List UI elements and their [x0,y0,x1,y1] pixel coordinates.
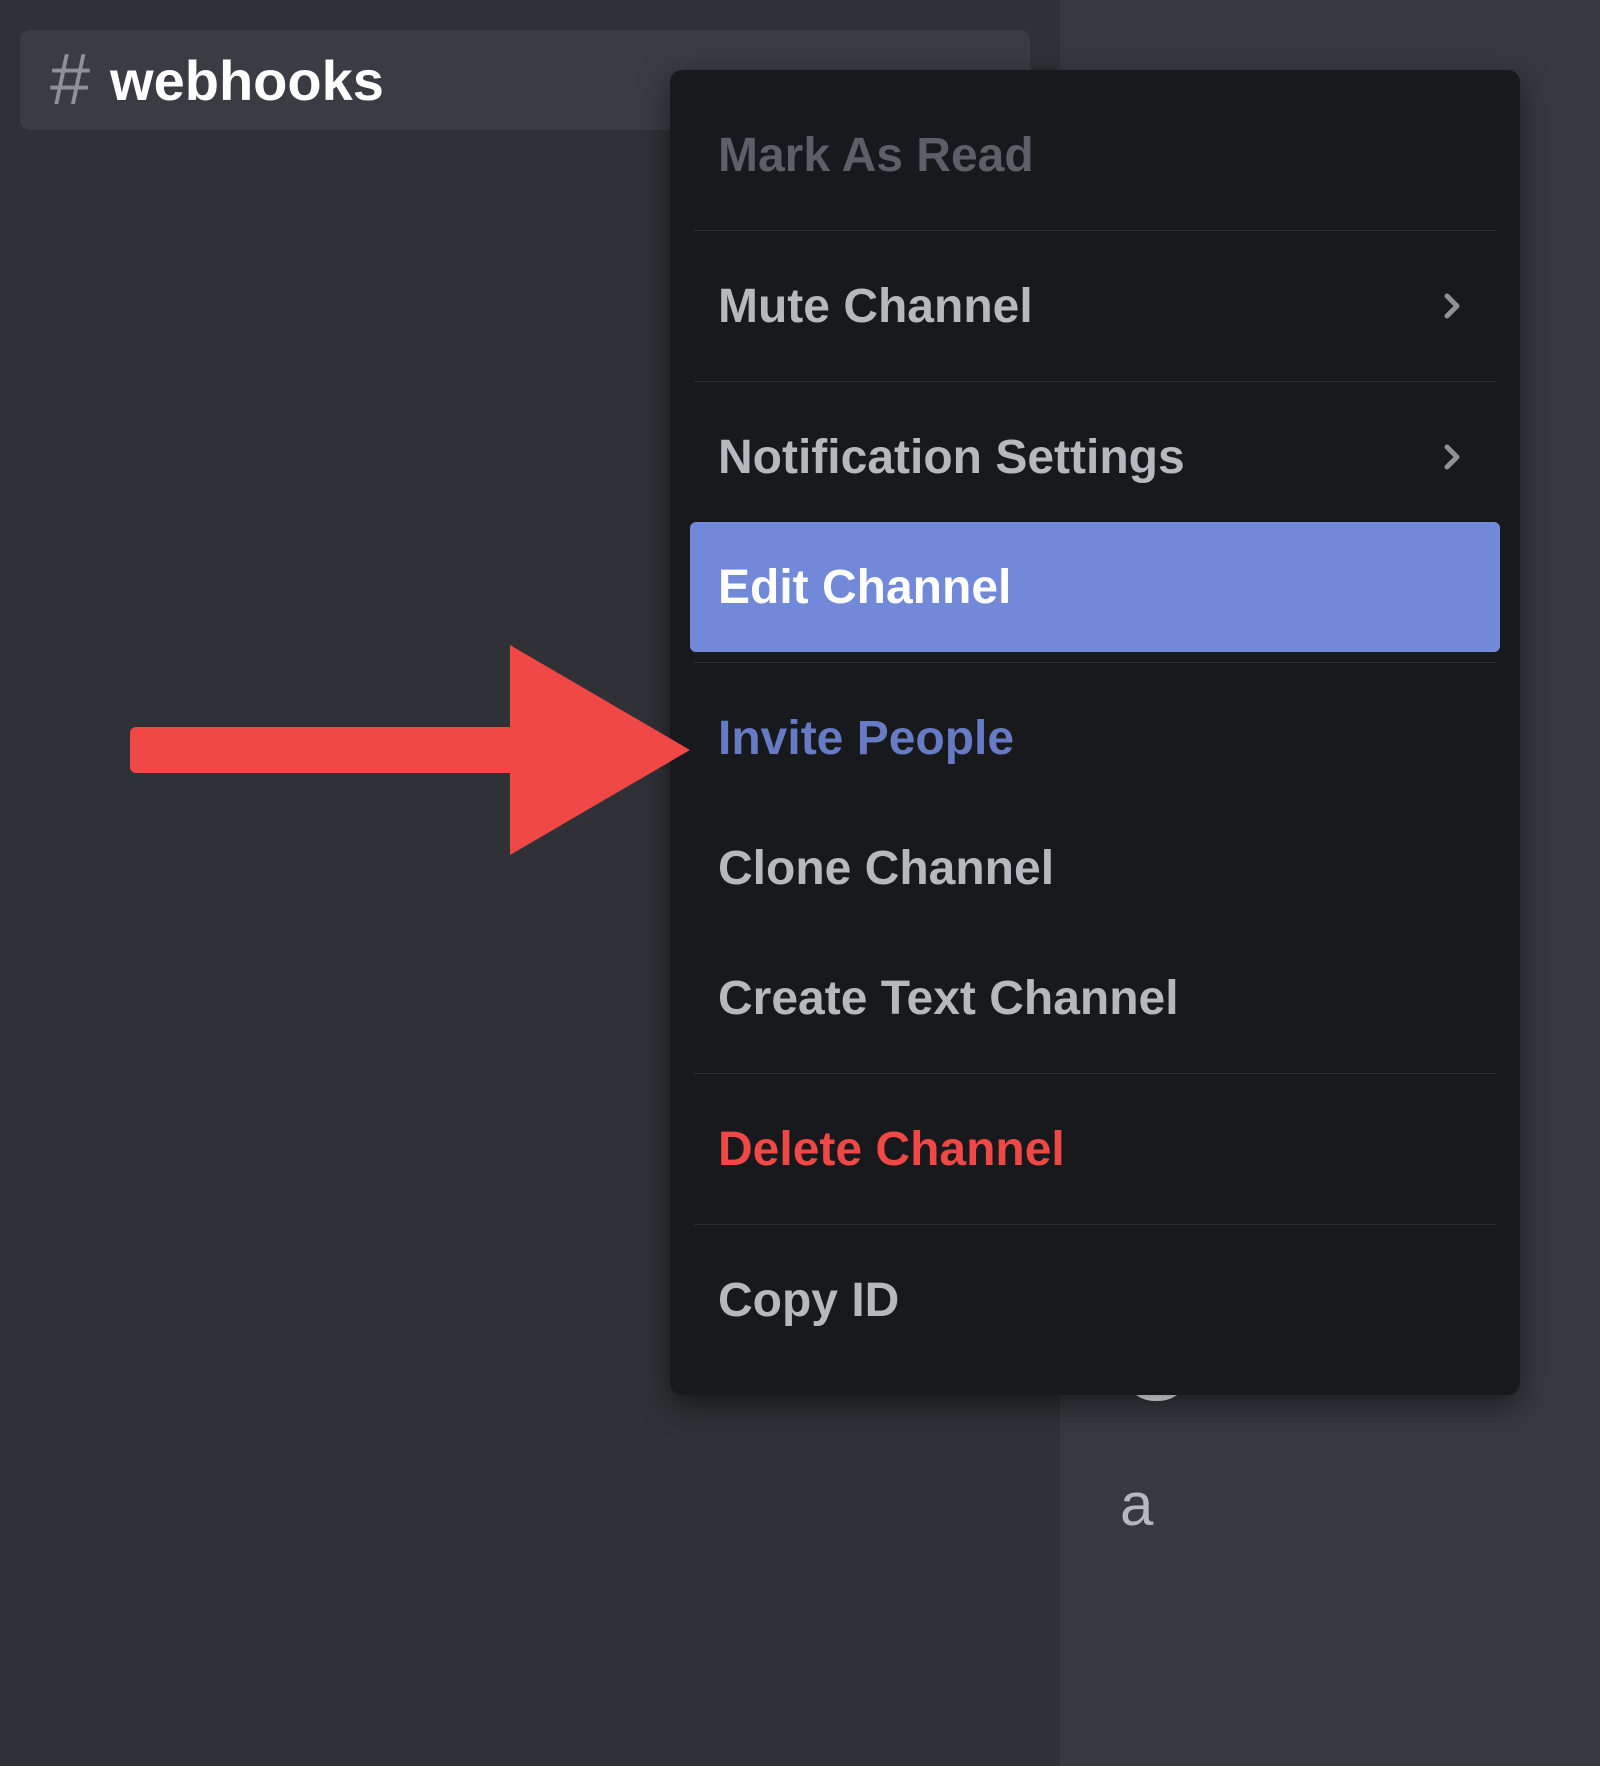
menu-item-label: Clone Channel [718,841,1054,896]
menu-item-mute-channel[interactable]: Mute Channel [690,241,1500,371]
menu-item-create-text-channel[interactable]: Create Text Channel [690,933,1500,1063]
menu-item-edit-channel[interactable]: Edit Channel [690,522,1500,652]
menu-item-notification-settings[interactable]: Notification Settings [690,392,1500,522]
channel-name: webhooks [110,48,384,113]
menu-item-label: Invite People [718,711,1014,766]
app-root: # webhooks o a Mark As Read Mute Channel… [0,0,1600,1766]
menu-item-label: Mute Channel [718,279,1033,334]
channel-context-menu: Mark As Read Mute Channel Notification S… [670,70,1520,1395]
menu-item-invite-people[interactable]: Invite People [690,673,1500,803]
menu-item-label: Create Text Channel [718,971,1179,1026]
menu-item-label: Delete Channel [718,1122,1065,1177]
chevron-right-icon [1432,286,1472,326]
chevron-right-icon [1432,437,1472,477]
hash-icon: # [50,39,90,121]
menu-item-label: Copy ID [718,1273,899,1328]
menu-item-label: Mark As Read [718,128,1034,183]
menu-separator [694,662,1496,663]
welcome-subtext-fragment: a [1120,1470,1153,1539]
menu-separator [694,1224,1496,1225]
menu-item-label: Edit Channel [718,560,1011,615]
menu-item-delete-channel[interactable]: Delete Channel [690,1084,1500,1214]
menu-item-clone-channel[interactable]: Clone Channel [690,803,1500,933]
menu-separator [694,381,1496,382]
menu-item-copy-id[interactable]: Copy ID [690,1235,1500,1365]
menu-separator [694,230,1496,231]
menu-item-mark-as-read: Mark As Read [690,90,1500,220]
menu-separator [694,1073,1496,1074]
menu-item-label: Notification Settings [718,430,1185,485]
